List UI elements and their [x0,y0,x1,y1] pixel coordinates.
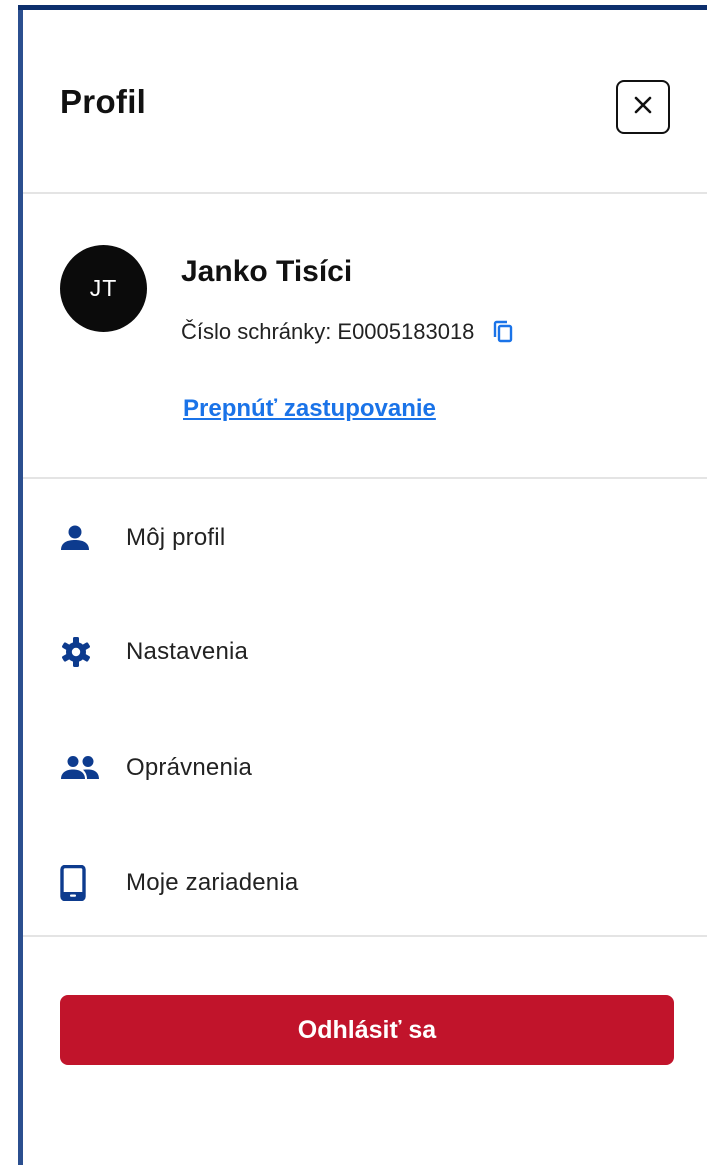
avatar: JT [60,245,147,332]
mailbox-number-row: Číslo schránky: E0005183018 [181,319,514,345]
person-icon [60,525,104,551]
menu-item-my-devices[interactable]: Moje zariadenia [60,853,707,913]
logout-button-label: Odhlásiť sa [297,1015,437,1044]
logout-button[interactable]: Odhlásiť sa [60,995,674,1065]
menu-item-label: Môj profil [126,524,226,551]
copy-icon[interactable] [492,320,514,344]
panel-header: Profil [23,5,707,193]
panel-title: Profil [60,83,147,120]
phone-icon [60,865,104,901]
user-divider [23,477,707,479]
menu-item-label: Nastavenia [126,638,249,665]
close-button[interactable] [616,80,670,134]
menu-item-label: Oprávnenia [126,754,253,781]
header-divider [23,192,707,194]
menu-divider [23,935,707,937]
profile-panel: Profil JT Janko Tisíci Číslo schránky: E… [18,5,707,1165]
close-icon [632,94,654,121]
menu-item-permissions[interactable]: Oprávnenia [60,738,707,798]
switch-representation-link[interactable]: Prepnúť zastupovanie [183,395,436,423]
mailbox-value: E0005183018 [337,319,475,344]
people-icon [60,755,104,781]
menu-item-settings[interactable]: Nastavenia [60,622,707,682]
mailbox-label: Číslo schránky: [181,319,332,344]
menu-item-label: Moje zariadenia [126,869,299,896]
gear-icon [60,636,104,668]
avatar-initials: JT [89,275,118,301]
background-strip [0,0,15,1165]
menu-item-my-profile[interactable]: Môj profil [60,508,707,568]
user-name: Janko Tisíci [181,255,353,288]
